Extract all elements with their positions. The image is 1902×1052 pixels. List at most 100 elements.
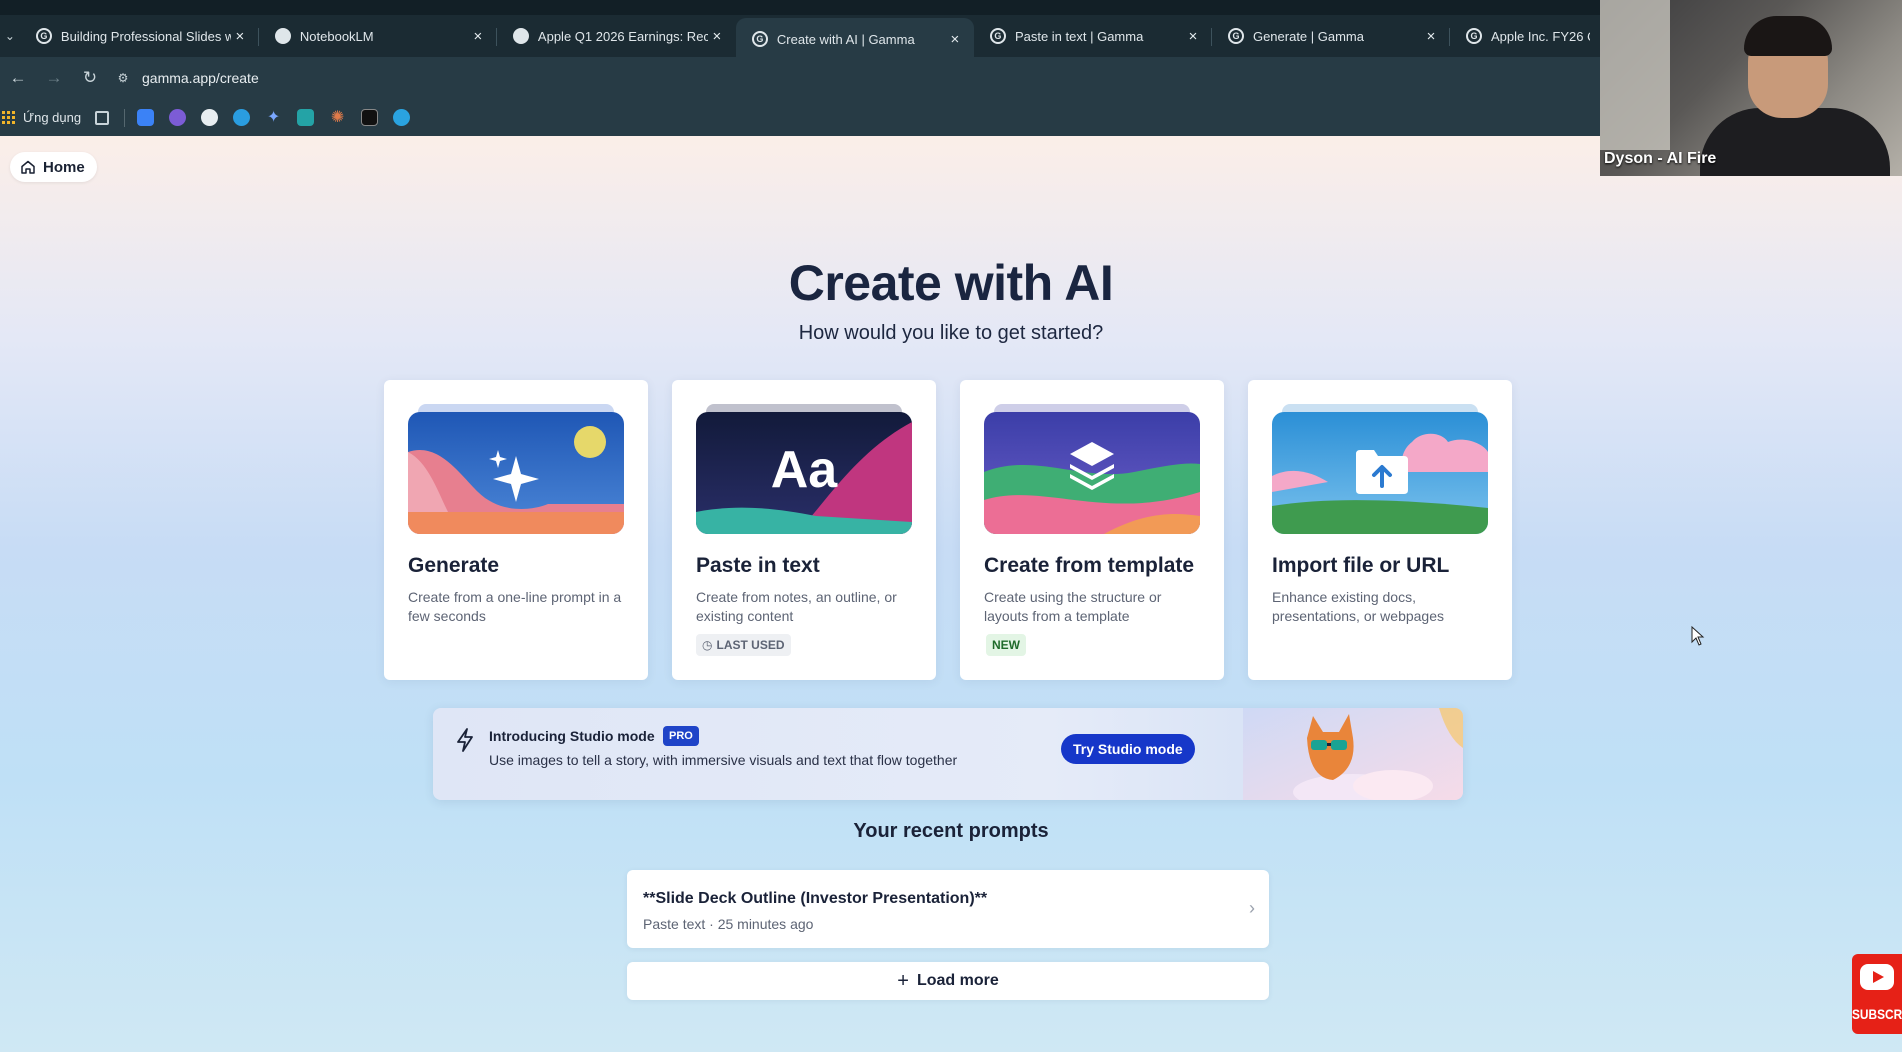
- card-description: Enhance existing docs, presentations, or…: [1272, 589, 1444, 624]
- recent-prompt-item[interactable]: **Slide Deck Outline (Investor Presentat…: [627, 870, 1269, 948]
- pro-badge: PRO: [663, 726, 699, 746]
- webcam-overlay: Dyson - AI Fire: [1600, 0, 1902, 176]
- close-icon[interactable]: ×: [469, 28, 487, 45]
- perplexity-icon[interactable]: [297, 109, 315, 126]
- recent-prompts-heading: Your recent prompts: [853, 820, 1049, 842]
- close-icon[interactable]: ×: [1184, 28, 1202, 45]
- gamma-icon: G: [751, 31, 768, 47]
- tab-apple-earnings[interactable]: Apple Q1 2026 Earnings: Record ×: [497, 18, 736, 54]
- close-icon[interactable]: ×: [946, 31, 964, 48]
- webcam-name: Dyson - AI Fire: [1604, 150, 1717, 167]
- openai-icon[interactable]: [201, 109, 219, 126]
- creation-options: Generate Create from a one-line prompt i…: [384, 380, 1512, 680]
- card-title: Generate: [408, 554, 500, 577]
- site-settings-icon[interactable]: ⚙: [108, 63, 138, 93]
- close-icon[interactable]: ×: [708, 28, 726, 45]
- card-description: Create from a one-line prompt in a few s…: [408, 589, 622, 624]
- new-badge: NEW: [986, 634, 1026, 656]
- tab-title: Building Professional Slides with: [60, 28, 231, 44]
- tab-title: NotebookLM: [299, 28, 374, 44]
- sparkle-icon[interactable]: ✦: [265, 109, 282, 126]
- gamma-icon: G: [989, 28, 1006, 44]
- tab-title: Apple Inc. FY26 Q1: [1490, 28, 1590, 44]
- edge-icon[interactable]: [233, 109, 251, 126]
- navigation-bar: ← → ↻ ⚙ gamma.app/create: [0, 57, 1600, 99]
- card-title: Create from template: [984, 554, 1195, 577]
- tab-notebooklm[interactable]: NotebookLM ×: [259, 18, 497, 54]
- inbox-icon[interactable]: [137, 109, 155, 126]
- tab-generate[interactable]: G Generate | Gamma ×: [1212, 18, 1450, 54]
- card-title: Import file or URL: [1272, 554, 1450, 577]
- upload-folder-icon: [1356, 450, 1408, 494]
- tab-title: Create with AI | Gamma: [776, 31, 915, 47]
- studio-description: Use images to tell a story, with immersi…: [489, 752, 958, 768]
- tab-paste-in-text[interactable]: G Paste in text | Gamma ×: [974, 18, 1212, 54]
- gamma-create-page: Home Create with AI How would you like t…: [0, 136, 1902, 1052]
- recent-prompt-meta: Paste text · 25 minutes ago: [643, 916, 814, 932]
- subscribe-label: SUBSCRIBE: [1852, 1006, 1902, 1022]
- recent-prompt-title: **Slide Deck Outline (Investor Presentat…: [643, 890, 988, 907]
- paste-in-text-card[interactable]: Aa Paste in text Create from notes, an o…: [672, 380, 936, 680]
- paste-text-glyph: Aa: [770, 441, 838, 499]
- url-text[interactable]: gamma.app/create: [142, 70, 259, 86]
- close-icon[interactable]: ×: [1422, 28, 1440, 45]
- youtube-subscribe-badge[interactable]: SUBSCRIBE: [1852, 954, 1902, 1034]
- sparkles-icon: [489, 450, 539, 502]
- page-title: Create with AI: [788, 255, 1114, 311]
- paste-in-text-illustration: Aa: [696, 404, 912, 540]
- notebooklm-icon: [512, 28, 529, 44]
- telegram-icon[interactable]: [393, 109, 411, 126]
- youtube-play-icon: [1860, 964, 1894, 990]
- studio-title: Introducing Studio mode: [489, 728, 655, 744]
- load-more-label: Load more: [916, 972, 999, 989]
- clock-icon: ◷: [702, 638, 713, 652]
- back-arrow-icon[interactable]: ←: [0, 60, 36, 96]
- import-illustration: [1272, 404, 1488, 540]
- close-icon[interactable]: ×: [231, 28, 249, 45]
- template-illustration: [984, 404, 1200, 540]
- chevron-right-icon: ›: [1249, 898, 1255, 918]
- bookmark-apps-label: Ứng dụng: [23, 110, 82, 125]
- lightning-bolt-icon: [457, 728, 473, 752]
- address-bar[interactable]: ⚙ gamma.app/create: [108, 61, 1590, 95]
- tab-title: Apple Q1 2026 Earnings: Record: [537, 28, 708, 44]
- generate-card[interactable]: Generate Create from a one-line prompt i…: [384, 380, 648, 680]
- gamma-icon: G: [35, 28, 52, 44]
- gamma-icon: G: [1227, 28, 1244, 44]
- cat-with-sunglasses-illustration: [1243, 708, 1463, 800]
- try-studio-mode-button[interactable]: Try Studio mode: [1061, 734, 1195, 764]
- tab-title: Generate | Gamma: [1252, 28, 1364, 44]
- purple-app-icon[interactable]: [169, 109, 187, 126]
- capcut-icon[interactable]: [361, 109, 379, 126]
- bookmark-apps[interactable]: Ứng dụng: [2, 105, 81, 131]
- card-description: Create using the structure or layouts fr…: [984, 589, 1162, 624]
- gamma-icon: G: [1465, 28, 1482, 44]
- card-description: Create from notes, an outline, or existi…: [696, 589, 897, 624]
- bookmarks-bar: Ứng dụng ✦ ✺: [0, 99, 1600, 136]
- badge-label: LAST USED: [716, 638, 785, 652]
- apps-grid-icon: [2, 111, 15, 124]
- notebooklm-icon: [274, 28, 291, 44]
- tab-bar: ⌄ G Building Professional Slides with × …: [0, 15, 1600, 60]
- card-title: Paste in text: [696, 554, 820, 577]
- forward-arrow-icon[interactable]: →: [36, 60, 72, 96]
- load-more-button[interactable]: + Load more: [627, 962, 1269, 1000]
- studio-mode-banner: Introducing Studio mode PRO Use images t…: [433, 708, 1463, 800]
- page-subtitle: How would you like to get started?: [798, 322, 1104, 344]
- last-used-badge: ◷ LAST USED: [696, 634, 791, 656]
- plus-icon: +: [897, 969, 909, 992]
- home-button[interactable]: Home: [10, 152, 97, 182]
- tab-create-with-ai[interactable]: G Create with AI | Gamma ×: [735, 18, 974, 60]
- grid-icon[interactable]: [95, 110, 110, 125]
- layers-icon: [1070, 442, 1114, 490]
- import-file-card[interactable]: Import file or URL Enhance existing docs…: [1248, 380, 1512, 680]
- tab-search-chevron-icon[interactable]: ⌄: [0, 15, 20, 57]
- claude-icon[interactable]: ✺: [329, 109, 346, 126]
- reload-icon[interactable]: ↻: [72, 60, 108, 96]
- tab-apple-fy26[interactable]: G Apple Inc. FY26 Q1: [1450, 18, 1600, 54]
- home-label: Home: [43, 158, 85, 176]
- home-icon: [21, 160, 35, 174]
- tab-building-slides[interactable]: G Building Professional Slides with ×: [20, 18, 259, 54]
- create-from-template-card[interactable]: Create from template Create using the st…: [960, 380, 1224, 680]
- mouse-cursor-icon: [1691, 626, 1705, 646]
